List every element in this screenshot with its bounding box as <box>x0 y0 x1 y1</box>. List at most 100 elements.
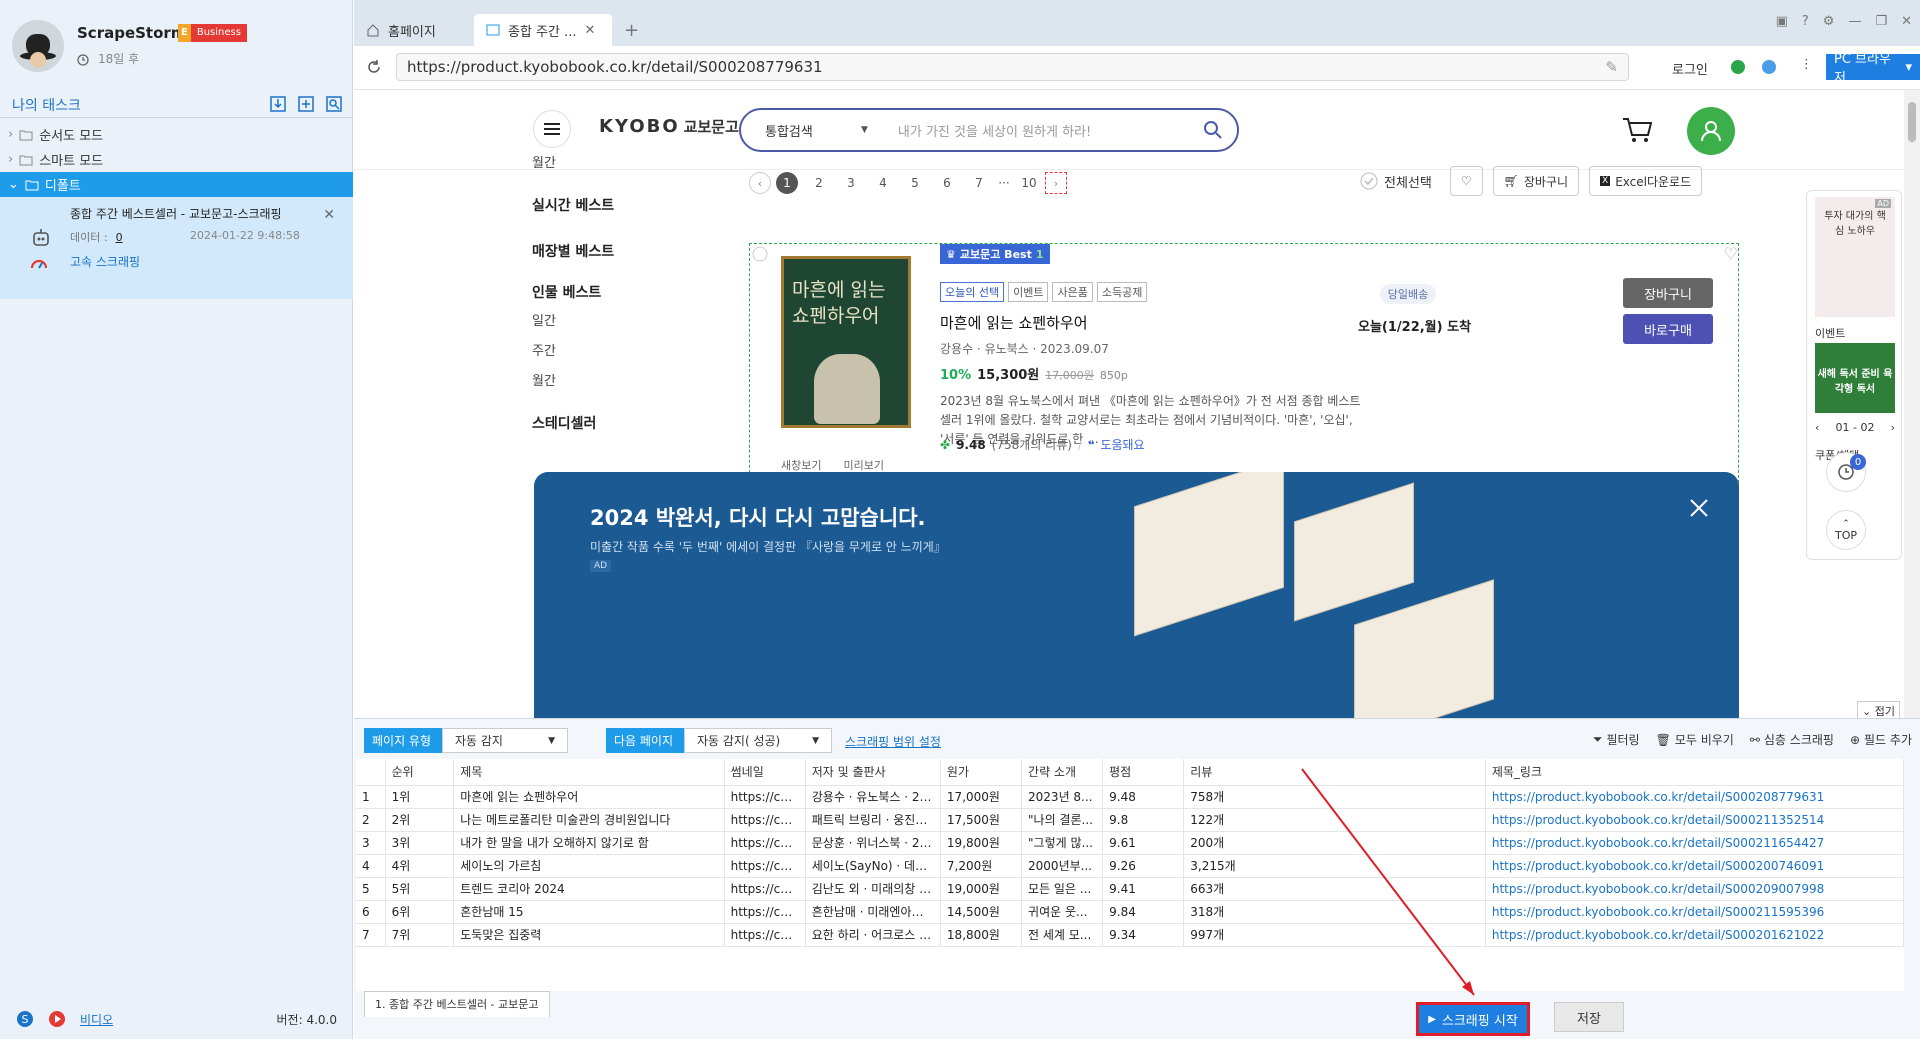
table-cell[interactable]: 200개 <box>1183 831 1486 855</box>
clear-all-button[interactable]: 🗑︎ 모두 비우기 <box>1656 731 1734 748</box>
table-cell[interactable]: 2000년부... <box>1021 854 1104 878</box>
table-row[interactable]: 1 1위 마흔에 읽는 쇼펜하우어 https://con... 강용수 · 유노북스 … <box>356 785 1904 809</box>
table-cell[interactable]: 17,000원 <box>940 785 1023 809</box>
start-scraping-button[interactable]: ▶ 스크래핑 시작 <box>1416 1002 1530 1036</box>
table-row[interactable]: 7 7위 도둑맞은 집중력 https://con... 요한 하리 · 어크로스 · … <box>356 923 1904 947</box>
page-4[interactable]: 4 <box>867 176 899 190</box>
close-icon[interactable]: ✕ <box>585 23 596 38</box>
excel-download-button[interactable]: X Excel다운로드 <box>1589 166 1703 196</box>
check-circle-icon[interactable] <box>752 246 768 262</box>
scroll-thumb[interactable] <box>1908 102 1916 142</box>
table-cell[interactable]: 도둑맞은 집중력 <box>453 923 725 947</box>
wishlist-button[interactable]: ♡ <box>1449 166 1483 196</box>
promo-banner[interactable]: 2024 박완서, 다시 다시 고맙습니다. 미출간 작품 수록 '두 번째' … <box>534 472 1739 718</box>
import-icon[interactable] <box>269 95 287 113</box>
next-page-icon[interactable]: › <box>1045 172 1067 194</box>
row-index[interactable]: 1 <box>356 785 386 809</box>
table-cell[interactable]: https://product.kyobobook.co.kr/detail/S… <box>1485 900 1904 924</box>
row-index[interactable]: 2 <box>356 808 386 832</box>
refresh-icon[interactable] <box>366 59 382 75</box>
table-row[interactable]: 5 5위 트렌드 코리아 2024 https://con... 김난도 외 · 미래의… <box>356 877 1904 901</box>
video-link[interactable]: 비디오 <box>80 1011 113 1028</box>
page-6[interactable]: 6 <box>931 176 963 190</box>
select-all[interactable]: 전체선택 <box>1360 172 1432 191</box>
buy-now-button[interactable]: 바로구매 <box>1623 314 1713 344</box>
table-cell[interactable]: 요한 하리 · 어크로스 · 2023.... <box>805 923 941 947</box>
table-cell[interactable]: https://con... <box>724 900 806 924</box>
save-button[interactable]: 저장 <box>1554 1002 1624 1032</box>
table-cell[interactable]: 내가 한 말을 내가 오해하지 않기로 함 <box>453 831 725 855</box>
table-cell[interactable]: 14,500원 <box>940 900 1023 924</box>
table-cell[interactable]: 흔한남매 · 미래엔아이세움 · ... <box>805 900 941 924</box>
table-cell[interactable]: 혼한남매 15 <box>453 900 725 924</box>
tab-bestseller[interactable]: 종합 주간 ... ✕ <box>474 14 612 46</box>
table-cell[interactable]: 3위 <box>385 831 455 855</box>
col-header[interactable]: 제목 <box>453 759 725 786</box>
new-tab-icon[interactable]: + <box>612 14 651 46</box>
row-index[interactable]: 7 <box>356 923 386 947</box>
search-task-icon[interactable] <box>325 95 343 113</box>
minimize-icon[interactable]: — <box>1848 14 1861 29</box>
helpful-label[interactable]: 도움돼요 <box>1100 436 1144 453</box>
table-cell[interactable]: 997개 <box>1183 923 1486 947</box>
url-input[interactable]: https://product.kyobobook.co.kr/detail/S… <box>396 53 1629 81</box>
chevron-left-icon[interactable]: ‹ <box>1815 421 1819 434</box>
table-cell[interactable]: 758개 <box>1183 785 1486 809</box>
add-field-button[interactable]: ⊕ 필드 추가 <box>1850 731 1912 748</box>
close-window-icon[interactable]: ✕ <box>1901 14 1912 29</box>
result-tab[interactable]: 1. 종합 주간 베스트셀러 - 교보문고 <box>364 991 550 1017</box>
table-cell[interactable]: https://product.kyobobook.co.kr/detail/S… <box>1485 785 1904 809</box>
side-ad[interactable]: 투자 대가의 핵심 노하우 AD <box>1815 197 1895 317</box>
nav-daily[interactable]: 일간 <box>532 310 732 340</box>
extension-blue-icon[interactable] <box>1761 59 1777 75</box>
more-icon[interactable]: ⋮ <box>1800 57 1813 72</box>
table-cell[interactable]: 6위 <box>385 900 455 924</box>
table-cell[interactable]: 9.34 <box>1102 923 1185 947</box>
nav-store-best[interactable]: 매장별 베스트 <box>532 228 732 274</box>
nav-person-best[interactable]: 인물 베스트 <box>532 274 732 310</box>
col-header[interactable]: 제목_링크 <box>1485 759 1904 786</box>
chevron-right-icon[interactable]: › <box>1891 421 1895 434</box>
user-profile-icon[interactable] <box>1687 107 1735 155</box>
table-cell[interactable]: 19,800원 <box>940 831 1023 855</box>
page-2[interactable]: 2 <box>803 176 835 190</box>
table-cell[interactable]: 3,215개 <box>1183 854 1486 878</box>
nav-monthly-2[interactable]: 월간 <box>532 370 732 400</box>
row-index[interactable]: 5 <box>356 877 386 901</box>
deep-scrape-button[interactable]: ⚯ 심층 스크래핑 <box>1750 731 1834 748</box>
table-cell[interactable]: https://con... <box>724 785 806 809</box>
table-cell[interactable]: https://product.kyobobook.co.kr/detail/S… <box>1485 877 1904 901</box>
table-cell[interactable]: 마흔에 읽는 쇼펜하우어 <box>453 785 725 809</box>
gift-icon[interactable]: ▣ <box>1776 14 1788 29</box>
table-cell[interactable]: 9.26 <box>1102 854 1185 878</box>
table-cell[interactable]: 9.84 <box>1102 900 1185 924</box>
add-cart-button[interactable]: 장바구니 <box>1623 278 1713 308</box>
page-10[interactable]: 10 <box>1013 176 1045 190</box>
table-cell[interactable]: 9.61 <box>1102 831 1185 855</box>
page-7[interactable]: 7 <box>963 176 995 190</box>
edit-icon[interactable]: ✎ <box>1605 58 1618 76</box>
gear-icon[interactable]: ⚙ <box>1823 14 1835 29</box>
table-row[interactable]: 4 4위 세이노의 가르침 https://con... 세이노(SayNo) · 데이… <box>356 854 1904 878</box>
col-header[interactable]: 평점 <box>1102 759 1185 786</box>
menu-button[interactable] <box>533 110 571 148</box>
preview-link[interactable]: 미리보기 <box>843 457 883 473</box>
page-5[interactable]: 5 <box>899 176 931 190</box>
book-title[interactable]: 마흔에 읽는 쇼펜하우어 <box>940 312 1088 333</box>
table-cell[interactable]: https://product.kyobobook.co.kr/detail/S… <box>1485 808 1904 832</box>
table-cell[interactable]: 패트릭 브링리 · 웅진지식하... <box>805 808 941 832</box>
nav-monthly[interactable]: 월간 <box>532 152 732 182</box>
table-cell[interactable]: 세이노(SayNo) · 데이원 · 20... <box>805 854 941 878</box>
col-header[interactable]: 썸네일 <box>724 759 806 786</box>
close-icon[interactable]: ✕ <box>323 207 335 223</box>
table-cell[interactable]: 19,000원 <box>940 877 1023 901</box>
cart-list-button[interactable]: 🛒︎ 장바구니 <box>1492 166 1580 196</box>
tree-item-flowchart-mode[interactable]: › 순서도 모드 <box>0 122 353 147</box>
task-data-count[interactable]: 0 <box>116 231 123 244</box>
table-cell[interactable]: 9.8 <box>1102 808 1185 832</box>
search-input[interactable]: 내가 가진 것을 세상이 원하게 하라! <box>898 121 1091 140</box>
table-cell[interactable]: 전 세계 모... <box>1021 923 1104 947</box>
search-icon[interactable] <box>1203 120 1223 140</box>
table-cell[interactable]: 9.48 <box>1102 785 1185 809</box>
table-cell[interactable]: 122개 <box>1183 808 1486 832</box>
